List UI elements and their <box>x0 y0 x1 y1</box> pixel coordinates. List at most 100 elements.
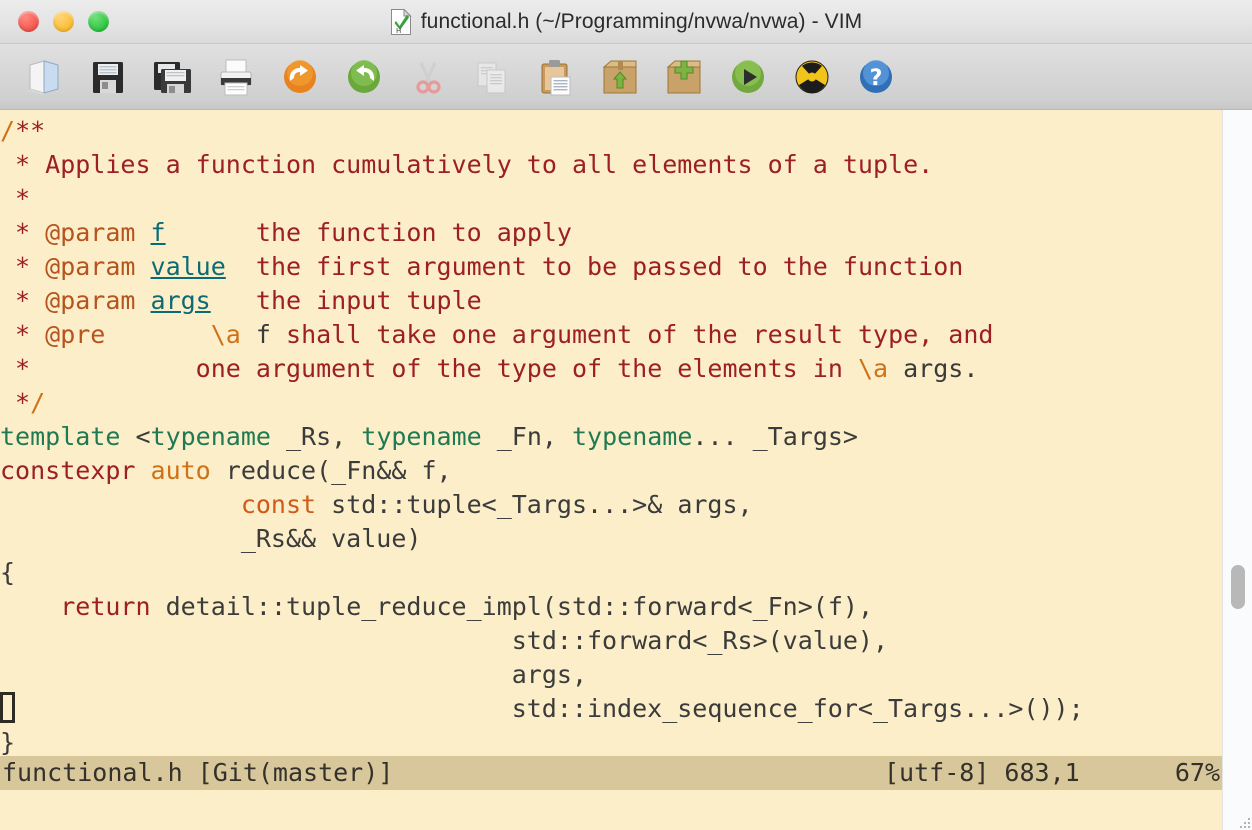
open-file-button[interactable] <box>12 47 76 107</box>
code-line: * <box>0 182 1084 216</box>
titlebar: H functional.h (~/Programming/nvwa/nvwa)… <box>0 0 1252 44</box>
code-token: \a <box>857 354 889 383</box>
code-line: * Applies a function cumulatively to all… <box>0 148 1084 182</box>
code-line: * @param f the function to apply <box>0 216 1084 250</box>
load-session-button[interactable] <box>588 47 652 107</box>
redo-button[interactable] <box>332 47 396 107</box>
paste-icon <box>534 55 578 99</box>
close-button[interactable] <box>18 11 39 32</box>
vertical-scrollbar[interactable] <box>1222 110 1252 830</box>
load-session-icon <box>598 55 642 99</box>
code-token: } <box>0 728 16 757</box>
code-token: auto <box>150 456 211 485</box>
code-line: * @param args the input tuple <box>0 284 1084 318</box>
code-token: f <box>150 218 166 247</box>
code-token: * Applies a function cumulatively to all… <box>0 150 934 179</box>
help-icon: ? <box>854 55 898 99</box>
code-token: * <box>0 388 31 417</box>
code-line: _Rs&& value) <box>0 522 1084 556</box>
code-token: args <box>150 286 211 315</box>
code-token: typename <box>572 422 693 451</box>
code-token: return <box>60 592 151 621</box>
code-line: return detail::tuple_reduce_impl(std::fo… <box>0 590 1084 624</box>
maximize-button[interactable] <box>88 11 109 32</box>
code-token: @param <box>45 218 136 247</box>
run-script-button[interactable] <box>716 47 780 107</box>
undo-icon <box>278 55 322 99</box>
code-line: args, <box>0 658 1084 692</box>
save-session-button[interactable] <box>652 47 716 107</box>
code-line: */ <box>0 386 1084 420</box>
code-token: std::forward<_Rs>(value), <box>0 626 889 655</box>
save-all-icon <box>150 55 194 99</box>
code-line: * one argument of the type of the elemen… <box>0 352 1084 386</box>
code-line: { <box>0 556 1084 590</box>
code-token: _Rs&& value) <box>0 524 422 553</box>
code-line: * @pre \a f shall take one argument of t… <box>0 318 1084 352</box>
save-all-button[interactable] <box>140 47 204 107</box>
code-token: * one argument of the type of the elemen… <box>0 354 858 383</box>
resize-grip[interactable] <box>1238 816 1250 828</box>
title-container: H functional.h (~/Programming/nvwa/nvwa)… <box>0 0 1252 44</box>
code-token: typename <box>361 422 482 451</box>
cut-button[interactable] <box>396 47 460 107</box>
save-session-icon <box>662 55 706 99</box>
vim-window: H functional.h (~/Programming/nvwa/nvwa)… <box>0 0 1252 830</box>
code-token: detail::tuple_reduce_impl(std::forward<_… <box>150 592 873 621</box>
open-file-icon <box>22 55 66 99</box>
print-button[interactable] <box>204 47 268 107</box>
code-token: value <box>150 252 226 281</box>
status-encoding: [utf-8] 683,1 <box>884 758 1080 787</box>
svg-text:H: H <box>396 27 401 35</box>
code-token: * <box>0 218 46 247</box>
status-line: functional.h [Git(master)] [utf-8] 683,1… <box>0 756 1222 790</box>
code-line: std::index_sequence_for<_Targs...>()); <box>0 692 1084 726</box>
code-token: the function to apply <box>165 218 572 247</box>
scrollbar-thumb[interactable] <box>1231 565 1245 609</box>
editor-area[interactable]: /** * Applies a function cumulatively to… <box>0 110 1222 830</box>
code-buffer[interactable]: /** * Applies a function cumulatively to… <box>0 110 1084 760</box>
make-button[interactable] <box>780 47 844 107</box>
save-icon <box>86 55 130 99</box>
code-token: @param <box>45 286 136 315</box>
copy-button[interactable] <box>460 47 524 107</box>
code-token: _Fn, <box>481 422 572 451</box>
code-token: * <box>0 252 46 281</box>
code-token: std::tuple<_Targs...>& args, <box>316 490 753 519</box>
code-token: ... _Targs> <box>692 422 858 451</box>
code-token: * <box>0 184 31 213</box>
copy-icon <box>470 55 514 99</box>
undo-button[interactable] <box>268 47 332 107</box>
status-percent: 67% <box>1174 758 1220 787</box>
code-token: @pre <box>45 320 106 349</box>
code-token: const <box>240 490 317 519</box>
paste-button[interactable] <box>524 47 588 107</box>
code-line: const std::tuple<_Targs...>& args, <box>0 488 1084 522</box>
minimize-button[interactable] <box>53 11 74 32</box>
cut-icon <box>406 55 450 99</box>
code-token: shall take one argument of the result ty… <box>270 320 994 349</box>
window-controls <box>18 11 109 32</box>
code-line: } <box>0 726 1084 760</box>
status-file: functional.h [Git(master)] <box>2 758 394 787</box>
code-line: std::forward<_Rs>(value), <box>0 624 1084 658</box>
code-token: typename <box>150 422 271 451</box>
save-button[interactable] <box>76 47 140 107</box>
code-line: constexpr auto reduce(_Fn&& f, <box>0 454 1084 488</box>
code-token: \a <box>210 320 241 349</box>
code-token: { <box>0 558 16 587</box>
code-token: _Rs, <box>270 422 362 451</box>
help-button[interactable]: ? <box>844 47 908 107</box>
svg-text:?: ? <box>870 66 883 91</box>
run-script-icon <box>726 55 770 99</box>
toolbar: ? <box>0 44 1252 110</box>
